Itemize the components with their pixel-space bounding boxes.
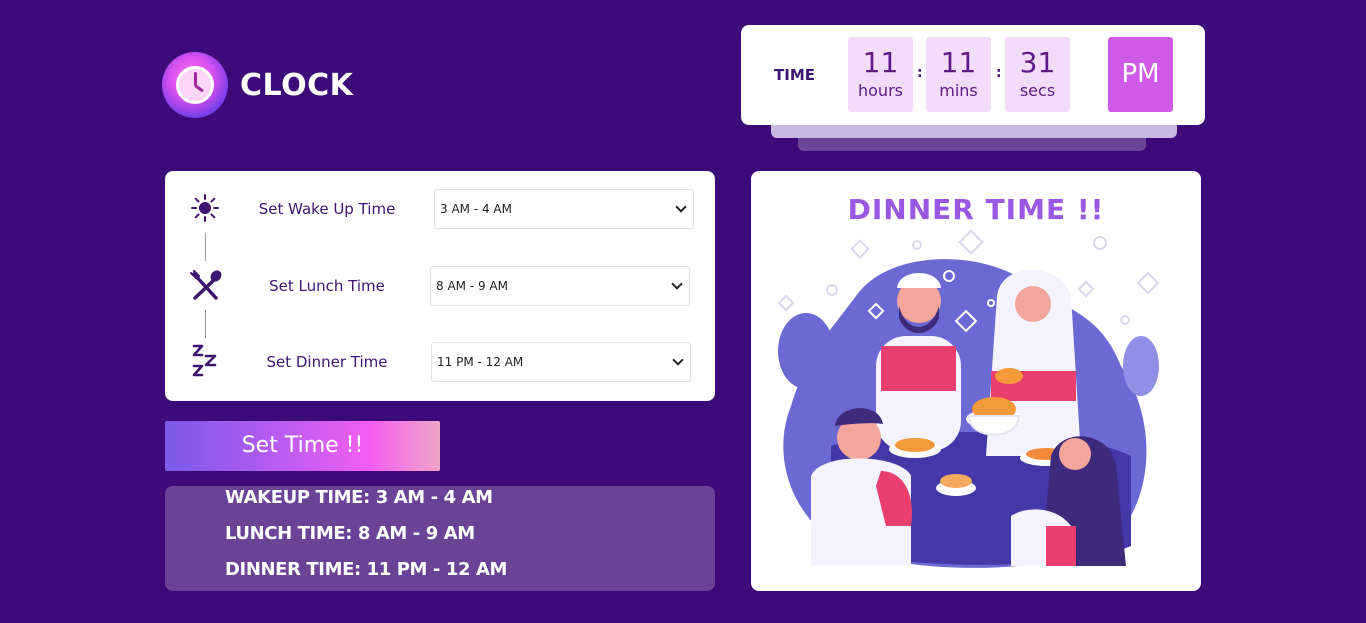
time-separator: : <box>996 65 1002 81</box>
logo-text: CLOCK <box>240 67 354 103</box>
lunch-label: Set Lunch Time <box>269 277 385 295</box>
seconds-unit: secs <box>1019 81 1056 100</box>
hours-value: 11 <box>862 46 899 79</box>
minutes-value: 11 <box>940 46 977 79</box>
hours-box: 11 hours <box>848 37 913 112</box>
app-logo: CLOCK <box>162 52 353 118</box>
dinner-select-value: 11 PM - 12 AM <box>437 355 524 369</box>
wakeup-summary: WAKEUP TIME: 3 AM - 4 AM <box>225 487 493 508</box>
connector-line <box>205 233 206 261</box>
chevron-down-icon <box>675 201 687 213</box>
sleep-zzz-icon <box>187 343 223 379</box>
lunch-select-value: 8 AM - 9 AM <box>436 279 508 293</box>
set-time-button[interactable]: Set Time !! <box>165 421 440 471</box>
ampm-indicator: PM <box>1108 37 1173 112</box>
dinner-label: Set Dinner Time <box>266 353 388 371</box>
chevron-down-icon <box>671 278 683 290</box>
time-separator: : <box>917 65 923 81</box>
seconds-value: 31 <box>1019 46 1056 79</box>
family-dinner-illustration <box>777 229 1160 568</box>
wakeup-select-value: 3 AM - 4 AM <box>440 202 512 216</box>
sun-icon <box>187 190 223 226</box>
hours-unit: hours <box>858 81 903 100</box>
seconds-box: 31 secs <box>1005 37 1070 112</box>
fork-spoon-icon <box>187 268 223 304</box>
meal-title: DINNER TIME !! <box>847 193 1105 226</box>
connector-line <box>205 310 206 338</box>
time-label: TIME <box>774 66 815 84</box>
minutes-box: 11 mins <box>926 37 991 112</box>
clock-logo-icon <box>162 52 228 118</box>
meal-panel: DINNER TIME !! <box>751 171 1201 591</box>
dinner-summary: DINNER TIME: 11 PM - 12 AM <box>225 559 508 580</box>
summary-panel: WAKEUP TIME: 3 AM - 4 AM LUNCH TIME: 8 A… <box>165 486 715 591</box>
settings-card: Set Wake Up Time 3 AM - 4 AM Set Lunch T… <box>165 171 715 401</box>
chevron-down-icon <box>672 354 684 366</box>
wakeup-select[interactable]: 3 AM - 4 AM <box>434 189 694 229</box>
minutes-unit: mins <box>939 81 978 100</box>
wakeup-label: Set Wake Up Time <box>258 200 396 218</box>
lunch-select[interactable]: 8 AM - 9 AM <box>430 266 690 306</box>
lunch-summary: LUNCH TIME: 8 AM - 9 AM <box>225 523 475 544</box>
dinner-select[interactable]: 11 PM - 12 AM <box>431 342 691 382</box>
time-card: TIME 11 hours : 11 mins : 31 secs PM <box>741 25 1205 125</box>
